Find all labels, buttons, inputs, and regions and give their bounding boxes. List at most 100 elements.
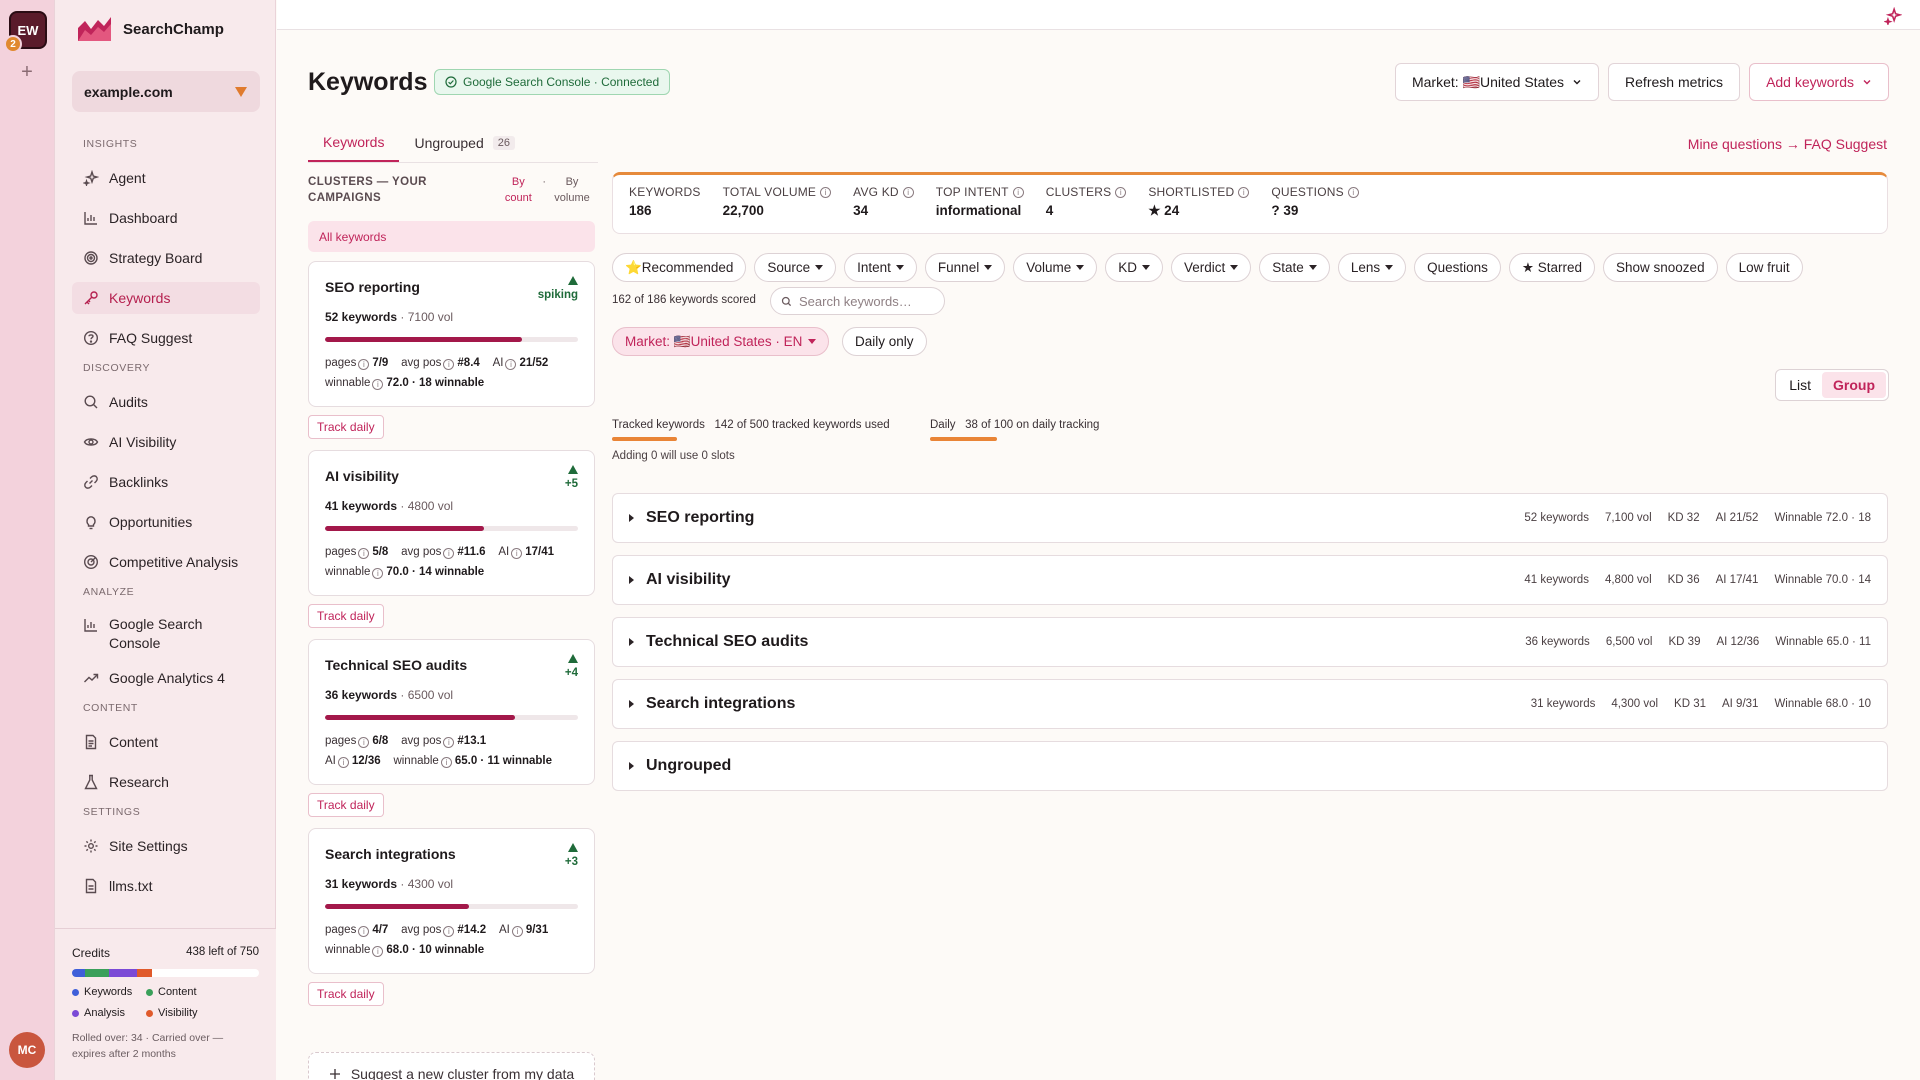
cluster-card[interactable]: SEO reporting spiking 52 keywords · 7100 v… [308, 261, 595, 407]
cluster-group-row[interactable]: Ungrouped [612, 741, 1888, 791]
user-avatar[interactable]: MC [9, 1032, 45, 1068]
info-icon[interactable]: i [372, 568, 384, 579]
cluster-card[interactable]: Search integrations +3 31 keywords · 4300 … [308, 828, 595, 974]
filter-chip-volume[interactable]: Volume [1013, 253, 1098, 282]
sidebar-item-dashboard[interactable]: Dashboard [72, 202, 260, 234]
tab-ungrouped[interactable]: Ungrouped 26 [399, 124, 530, 162]
filter-chip-intent[interactable]: Intent [844, 253, 917, 282]
filter-chip-recommended[interactable]: ⭐Recommended [612, 253, 747, 282]
separator: · [397, 310, 408, 324]
refresh-metrics-button[interactable]: Refresh metrics [1608, 63, 1741, 101]
sidebar-item-google-analytics-4[interactable]: Google Analytics 4 [72, 662, 260, 694]
caret-right-icon[interactable] [629, 638, 634, 646]
info-icon[interactable]: i [358, 926, 370, 937]
track-daily-button[interactable]: Track daily [308, 793, 384, 817]
cluster-card[interactable]: AI visibility +5 41 keywords · 4800 vol pag… [308, 450, 595, 596]
keyword-tabs: Keywords Ungrouped 26 [308, 124, 530, 162]
filter-chip-state[interactable]: State [1259, 253, 1330, 282]
view-group-option[interactable]: Group [1822, 372, 1886, 398]
market-select-button[interactable]: Market: 🇺🇸United States [1394, 63, 1600, 101]
info-icon[interactable]: i [511, 926, 523, 937]
info-icon[interactable]: i [358, 359, 370, 370]
info-icon[interactable]: i [358, 548, 370, 559]
info-icon[interactable]: i [511, 548, 523, 559]
filter-chip-kd[interactable]: KD [1105, 253, 1163, 282]
all-keywords-filter[interactable]: All keywords [308, 221, 595, 252]
triangle-down-icon [235, 86, 247, 97]
suggest-cluster-button[interactable]: Suggest a new cluster from my data [308, 1052, 595, 1080]
faq-suggest-link[interactable]: Mine questions → FAQ Suggest [1688, 136, 1887, 152]
cluster-group-row[interactable]: SEO reporting 52 keywords 7,100 vol KD 32 AI… [612, 493, 1888, 543]
info-icon[interactable]: i [372, 379, 384, 390]
sidebar-item-ai-visibility[interactable]: AI Visibility [72, 426, 260, 458]
filter-chip-source[interactable]: Source [754, 253, 837, 282]
cluster-group-row[interactable]: Technical SEO audits 36 keywords 6,500 vol… [612, 617, 1888, 667]
info-icon[interactable]: i [443, 737, 455, 748]
track-daily-button[interactable]: Track daily [308, 982, 384, 1006]
keyword-search[interactable] [770, 287, 945, 315]
filter-chip-funnel[interactable]: Funnel [924, 253, 1006, 282]
track-daily-button[interactable]: Track daily [308, 604, 384, 628]
caret-right-icon[interactable] [629, 762, 634, 770]
cluster-summary: 31 keywords · 4300 vol [325, 877, 578, 891]
info-icon[interactable]: i [1012, 186, 1024, 198]
tab-keywords[interactable]: Keywords [308, 124, 400, 162]
caret-right-icon[interactable] [629, 576, 634, 584]
caret-right-icon[interactable] [629, 700, 634, 708]
brand[interactable]: SearchChamp [77, 16, 224, 42]
sidebar-item-research[interactable]: Research [72, 766, 260, 798]
suggest-cluster-label: Suggest a new cluster from my data [350, 1066, 575, 1080]
sidebar-item-audits[interactable]: Audits [72, 386, 260, 418]
sidebar-item-strategy-board[interactable]: Strategy Board [72, 242, 260, 274]
info-icon[interactable]: i [440, 757, 452, 768]
sidebar-item-llms-txt[interactable]: llms.txt [72, 870, 260, 902]
sidebar-item-google-search-console[interactable]: Google Search Console [72, 610, 260, 654]
sort-by-count[interactable]: By count [502, 174, 534, 206]
sidebar-item-faq-suggest[interactable]: FAQ Suggest [72, 322, 260, 354]
sidebar-item-keywords[interactable]: Keywords [72, 282, 260, 314]
info-icon[interactable]: i [1238, 186, 1250, 198]
caret-right-icon[interactable] [629, 514, 634, 522]
sidebar-item-content[interactable]: Content [72, 726, 260, 758]
sort-by-volume[interactable]: By volume [554, 174, 590, 206]
gsc-connected-badge[interactable]: Google Search Console · Connected [434, 69, 671, 95]
info-icon[interactable]: i [358, 737, 370, 748]
sidebar-item-site-settings[interactable]: Site Settings [72, 830, 260, 862]
track-daily-button[interactable]: Track daily [308, 415, 384, 439]
site-selector[interactable]: example.com [72, 71, 260, 112]
filter-chip-lowfruit[interactable]: Low fruit [1725, 253, 1803, 282]
sidebar-item-backlinks[interactable]: Backlinks [72, 466, 260, 498]
add-keywords-button[interactable]: Add keywords [1749, 63, 1889, 101]
caret-down-icon [1308, 265, 1317, 270]
market-filter-chip[interactable]: Market: 🇺🇸United States · EN [612, 327, 830, 356]
cluster-card[interactable]: Technical SEO audits +4 36 keywords · 6500… [308, 639, 595, 785]
filter-chip-showsnoozed[interactable]: Show snoozed [1603, 253, 1718, 282]
info-icon[interactable]: i [1347, 186, 1359, 198]
sidebar-item-opportunities[interactable]: Opportunities [72, 506, 260, 538]
sidebar-item-agent[interactable]: Agent [72, 162, 260, 194]
cluster-group-row[interactable]: Search integrations 31 keywords 4,300 vol K… [612, 679, 1888, 729]
info-icon[interactable]: i [443, 359, 455, 370]
daily-only-chip[interactable]: Daily only [842, 327, 927, 356]
stat-value: ? 39 [1271, 203, 1299, 218]
info-icon[interactable]: i [337, 757, 349, 768]
info-icon[interactable]: i [443, 548, 455, 559]
info-icon[interactable]: i [902, 186, 914, 198]
info-icon[interactable]: i [372, 946, 384, 957]
filter-chip-lens[interactable]: Lens [1337, 253, 1407, 282]
sparkles-icon[interactable] [1884, 7, 1902, 25]
sidebar-item-competitive-analysis[interactable]: Competitive Analysis [72, 546, 260, 578]
filter-chip-verdict[interactable]: Verdict [1171, 253, 1252, 282]
cluster-trend-label: spiking [537, 289, 578, 301]
add-workspace-icon[interactable]: + [18, 62, 36, 82]
filter-chip-starred[interactable]: ★ Starred [1508, 253, 1596, 282]
info-icon[interactable]: i [443, 926, 455, 937]
cluster-group-row[interactable]: AI visibility 41 keywords 4,800 vol KD 36 AI… [612, 555, 1888, 605]
info-icon[interactable]: i [820, 186, 832, 198]
search-input[interactable] [799, 293, 939, 309]
filter-chip-questions[interactable]: Questions [1414, 253, 1501, 282]
info-icon[interactable]: i [1115, 186, 1127, 198]
view-list-option[interactable]: List [1778, 372, 1822, 398]
info-icon[interactable]: i [505, 359, 517, 370]
separator: · [397, 877, 408, 891]
